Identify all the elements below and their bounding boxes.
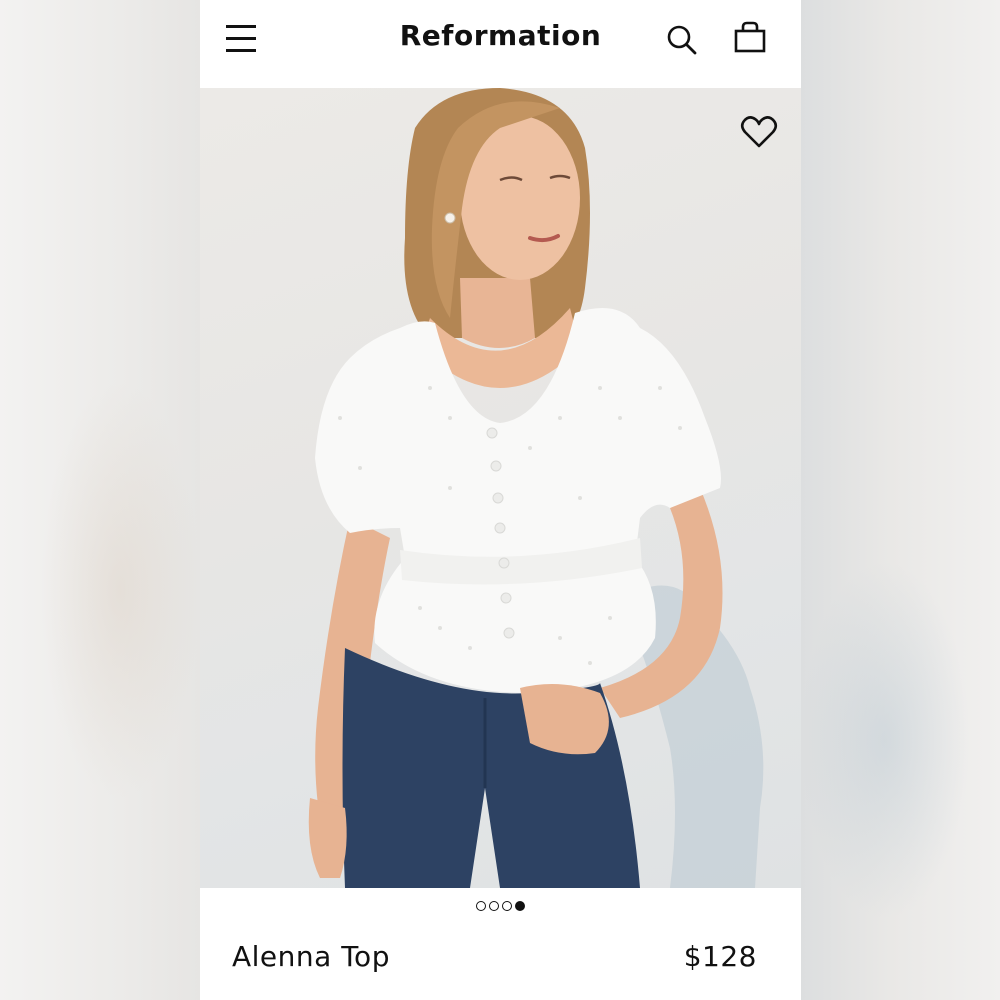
blurred-background-right [800, 0, 1000, 1000]
model-illustration [308, 88, 764, 888]
carousel-pagination [200, 898, 801, 914]
product-name: Alenna Top [232, 940, 390, 973]
phone-screen: Reformation Alenna Top $128 [200, 0, 801, 1000]
heart-outline-icon[interactable] [737, 112, 781, 152]
carousel-dot-4-active[interactable] [515, 901, 525, 911]
blurred-background-left [0, 0, 200, 1000]
search-icon[interactable] [662, 20, 702, 60]
product-price: $128 [683, 940, 757, 973]
brand-logo[interactable]: Reformation [200, 19, 801, 52]
product-photo[interactable] [200, 88, 801, 888]
carousel-dot-2[interactable] [489, 901, 499, 911]
carousel-dot-3[interactable] [502, 901, 512, 911]
top-navigation-bar: Reformation [200, 0, 801, 88]
shopping-bag-icon[interactable] [730, 18, 770, 58]
carousel-dot-1[interactable] [476, 901, 486, 911]
